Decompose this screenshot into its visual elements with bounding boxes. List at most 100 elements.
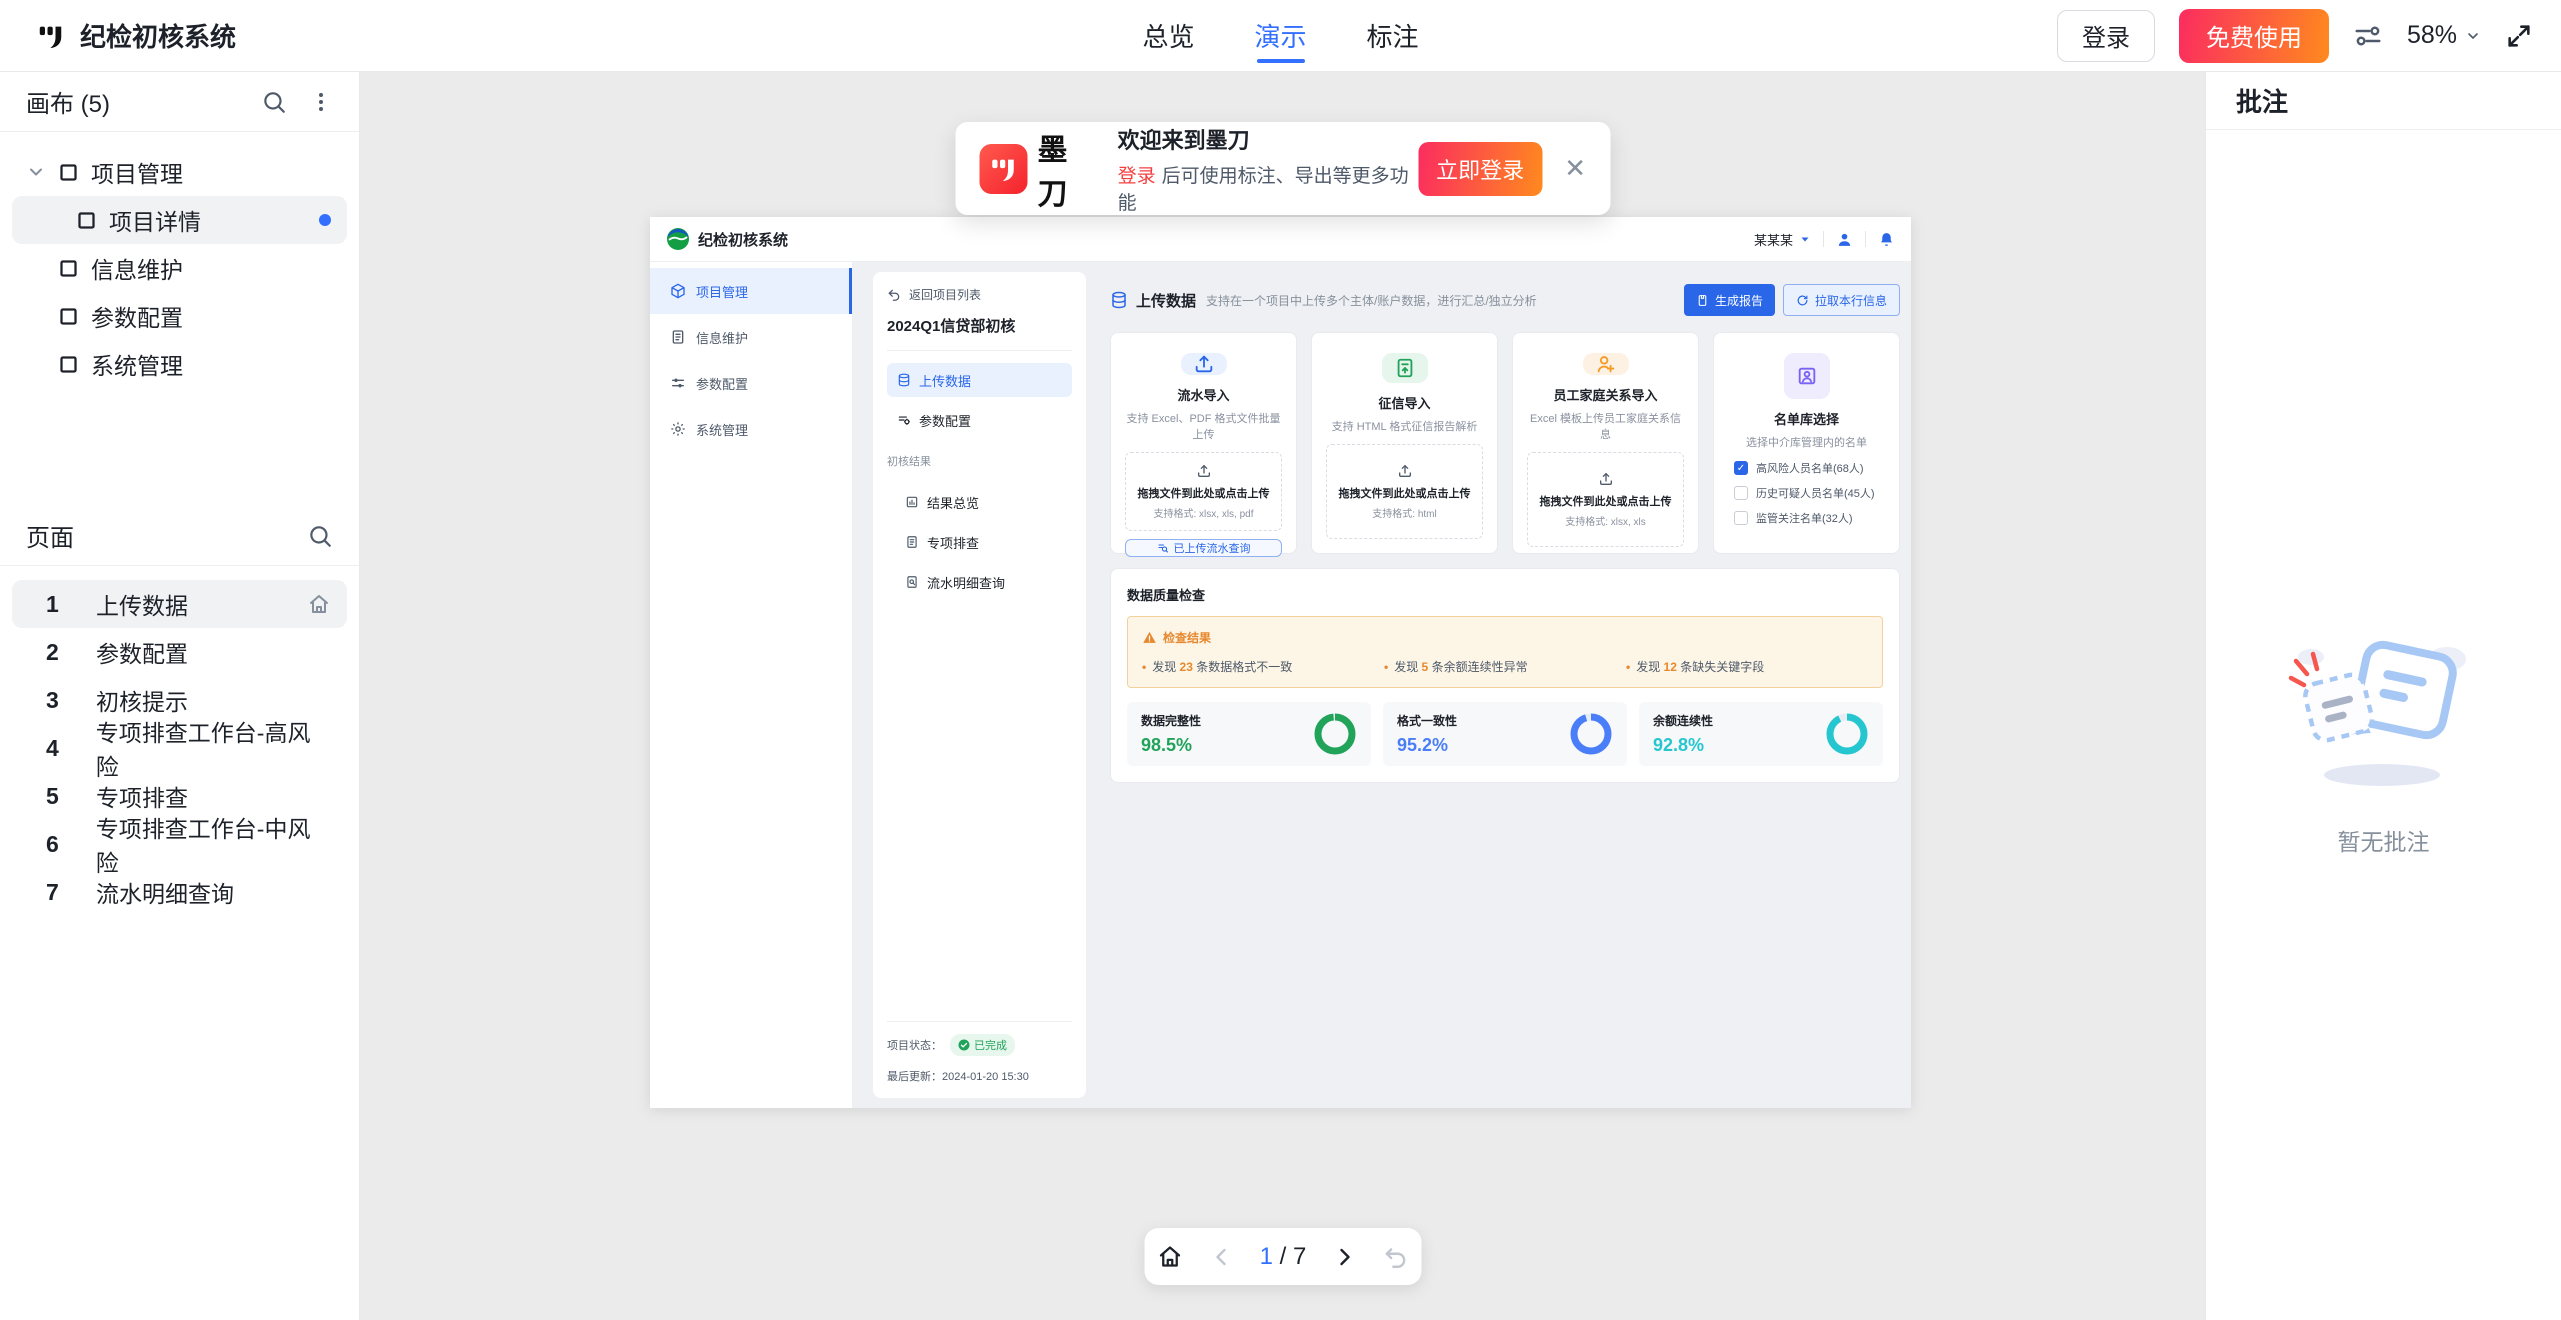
- sidebar-item-flow-detail[interactable]: 流水明细查询: [887, 565, 1072, 599]
- back-label: 返回项目列表: [909, 286, 981, 303]
- card-desc: 支持 Excel、PDF 格式文件批量上传: [1125, 410, 1282, 442]
- refresh-icon: [1796, 294, 1809, 307]
- warning-icon: [1142, 630, 1157, 645]
- checkbox[interactable]: [1734, 486, 1748, 500]
- page-navigator: 1 / 7: [1144, 1228, 1421, 1285]
- sidebar-item-label: 结果总览: [927, 493, 979, 512]
- generate-report-button[interactable]: 生成报告: [1684, 284, 1775, 316]
- card-title: 征信导入: [1326, 393, 1483, 412]
- card-title: 员工家庭关系导入: [1527, 385, 1684, 404]
- check-result-title: 检查结果: [1163, 629, 1211, 646]
- tree-item-label: 项目详情: [109, 203, 201, 237]
- tab-present[interactable]: 演示: [1254, 0, 1306, 72]
- credit-dropzone[interactable]: 拖拽文件到此处或点击上传 支持格式: html: [1326, 444, 1483, 539]
- user-name[interactable]: 某某某: [1754, 230, 1793, 249]
- nav-item-info-maintenance[interactable]: 信息维护: [650, 314, 852, 360]
- uploaded-flow-query-button[interactable]: 已上传流水查询: [1125, 539, 1282, 557]
- chevron-down-icon[interactable]: [26, 162, 46, 182]
- tab-overview[interactable]: 总览: [1142, 0, 1194, 72]
- login-now-button[interactable]: 立即登录: [1418, 142, 1542, 196]
- nav-item-parameter-config[interactable]: 参数配置: [650, 360, 852, 406]
- banner-title: 欢迎来到墨刀: [1118, 123, 1419, 155]
- sidebar-item-parameter-config[interactable]: 参数配置: [887, 403, 1072, 437]
- user-icon[interactable]: [1836, 231, 1853, 248]
- nav-item-system-management[interactable]: 系统管理: [650, 406, 852, 452]
- page-item-label: 专项排查: [96, 779, 188, 813]
- bell-icon[interactable]: [1878, 231, 1895, 248]
- flow-dropzone[interactable]: 拖拽文件到此处或点击上传 支持格式: xlsx, xls, pdf: [1125, 452, 1282, 531]
- card-flow-import: 流水导入 支持 Excel、PDF 格式文件批量上传 拖拽文件到此处或点击上传 …: [1110, 332, 1297, 554]
- close-icon[interactable]: ✕: [1564, 153, 1586, 184]
- page-item-label: 流水明细查询: [96, 875, 234, 909]
- checkbox-regulator-watch-list[interactable]: 监管关注名单(32人): [1734, 510, 1885, 526]
- upload-icon: [1181, 353, 1227, 375]
- document-search-icon: [905, 575, 919, 589]
- tree-item-parameter-config[interactable]: 参数配置: [12, 292, 347, 340]
- preferences-icon[interactable]: [2353, 21, 2383, 51]
- card-title: 名单库选择: [1728, 409, 1885, 428]
- checkbox-high-risk-list[interactable]: ✓ 高风险人员名单(68人): [1734, 460, 1885, 476]
- page-item-label: 初核提示: [96, 683, 188, 717]
- mockingbot-logo-icon: [36, 21, 66, 51]
- frame-icon: [58, 258, 79, 279]
- back-to-projects[interactable]: 返回项目列表: [887, 286, 1072, 303]
- donut-ring: [1569, 712, 1613, 756]
- upload-icon: [1397, 463, 1413, 479]
- search-list-icon: [1157, 542, 1169, 554]
- sidebar-item-upload-data[interactable]: 上传数据: [887, 363, 1072, 397]
- tree-item-label: 项目管理: [91, 155, 183, 189]
- home-icon[interactable]: [1157, 1243, 1184, 1270]
- zoom-control[interactable]: 58%: [2407, 21, 2481, 50]
- nav-item-label: 项目管理: [696, 282, 748, 301]
- frame-icon: [76, 210, 97, 231]
- search-icon[interactable]: [307, 523, 333, 549]
- sidebar-item-special-check[interactable]: 专项排查: [887, 525, 1072, 559]
- page-item-6[interactable]: 6 专项排查工作台-中风险: [12, 820, 347, 868]
- active-canvas-dot: [319, 214, 331, 226]
- search-icon[interactable]: [261, 89, 287, 115]
- frame-icon: [58, 306, 79, 327]
- free-use-button[interactable]: 免费使用: [2179, 9, 2329, 63]
- fullscreen-icon[interactable]: [2505, 22, 2533, 50]
- restart-icon[interactable]: [1382, 1244, 1408, 1270]
- checkbox[interactable]: ✓: [1734, 461, 1748, 475]
- tab-annotate[interactable]: 标注: [1367, 0, 1419, 72]
- page-item-label: 专项排查工作台-中风险: [96, 810, 331, 878]
- app-nav: 项目管理 信息维护 参数配置 系统管理: [650, 262, 853, 1108]
- nav-item-project-management[interactable]: 项目管理: [650, 268, 852, 314]
- finding-item: • 发现 23 条数据格式不一致: [1142, 658, 1384, 675]
- checkbox-history-suspect-list[interactable]: 历史可疑人员名单(45人): [1734, 485, 1885, 501]
- editor-topbar: 纪检初核系统 总览 演示 标注 登录 免费使用 58%: [0, 0, 2561, 72]
- next-page-icon[interactable]: [1332, 1245, 1356, 1269]
- page-item-2[interactable]: 2 参数配置: [12, 628, 347, 676]
- caret-down-icon[interactable]: [1799, 233, 1811, 245]
- app-header: 纪检初核系统 某某某: [650, 217, 1911, 262]
- login-button[interactable]: 登录: [2057, 10, 2155, 62]
- page-indicator: 1 / 7: [1260, 1243, 1307, 1271]
- pages-section-title: 页面: [26, 518, 74, 553]
- tree-item-info-maintenance[interactable]: 信息维护: [12, 244, 347, 292]
- prev-page-icon[interactable]: [1210, 1245, 1234, 1269]
- home-icon: [307, 592, 331, 616]
- document-list-icon: [905, 535, 919, 549]
- tree-item-project-management[interactable]: 项目管理: [12, 148, 347, 196]
- banner-login-link[interactable]: 登录: [1118, 166, 1156, 187]
- tree-item-system-management[interactable]: 系统管理: [12, 340, 347, 388]
- database-icon: [897, 373, 911, 387]
- fetch-bank-info-button[interactable]: 拉取本行信息: [1783, 284, 1900, 316]
- bar-chart-icon: [905, 495, 919, 509]
- tree-item-project-detail[interactable]: 项目详情: [12, 196, 347, 244]
- bank-logo-icon: [666, 227, 690, 251]
- page-item-label: 参数配置: [96, 635, 188, 669]
- page-item-1[interactable]: 1 上传数据: [12, 580, 347, 628]
- status-badge: 已完成: [950, 1034, 1015, 1056]
- brand-name: 墨刀: [1037, 125, 1095, 213]
- page-item-4[interactable]: 4 专项排查工作台-高风险: [12, 724, 347, 772]
- family-dropzone[interactable]: 拖拽文件到此处或点击上传 支持格式: xlsx, xls: [1527, 452, 1684, 547]
- sidebar-item-result-overview[interactable]: 结果总览: [887, 485, 1072, 519]
- canvas-area[interactable]: 墨刀 欢迎来到墨刀 登录后可使用标注、导出等更多功能 立即登录 ✕ 纪检初核系统…: [361, 72, 2204, 1320]
- checkbox[interactable]: [1734, 511, 1748, 525]
- nav-item-label: 参数配置: [696, 374, 748, 393]
- empty-annotation-illustration: [2279, 627, 2489, 797]
- kebab-menu-icon[interactable]: [309, 90, 333, 114]
